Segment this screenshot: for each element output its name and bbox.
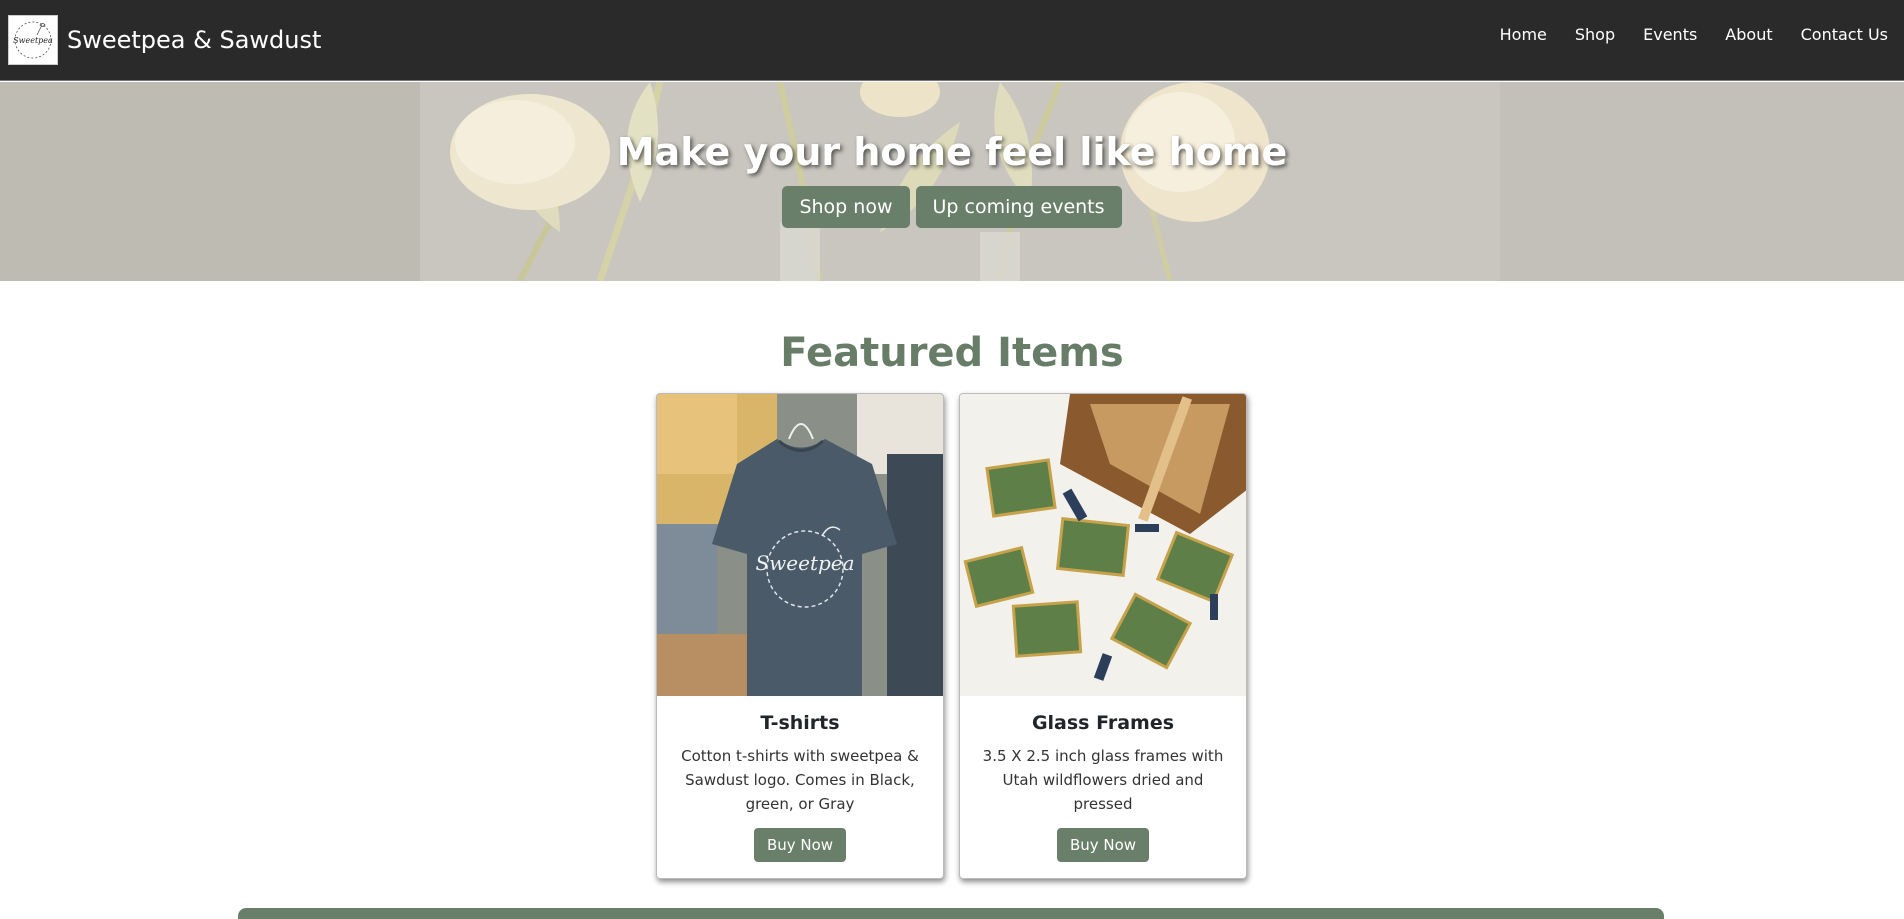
product-card-tshirts: Sweetpea T-shirts Cotton t-shirts with s…	[656, 393, 944, 879]
nav-links: Home Shop Events About Contact Us	[1500, 25, 1896, 44]
card-description: Cotton t-shirts with sweetpea & Sawdust …	[681, 747, 919, 813]
nav-events-link[interactable]: Events	[1643, 25, 1697, 44]
nav-about-link[interactable]: About	[1725, 25, 1772, 44]
nav-home-link[interactable]: Home	[1500, 25, 1547, 44]
upcoming-events-button[interactable]: Up coming events	[915, 186, 1122, 228]
brand-logo[interactable]: Sweetpea	[8, 15, 58, 65]
card-description: 3.5 X 2.5 inch glass frames with Utah wi…	[982, 747, 1224, 813]
featured-items-heading: Featured Items	[780, 330, 1124, 376]
logo-icon: Sweetpea	[13, 21, 53, 59]
navbar: Sweetpea Sweetpea & Sawdust Home Shop Ev…	[0, 0, 1904, 81]
hero-banner: Make your home feel like home Shop now U…	[0, 82, 1904, 281]
tshirt-image: Sweetpea	[657, 394, 943, 696]
nav-shop-link[interactable]: Shop	[1575, 25, 1615, 44]
footer-section-edge	[238, 908, 1664, 919]
svg-text:Sweetpea: Sweetpea	[13, 36, 53, 45]
card-title: T-shirts	[760, 712, 840, 734]
product-card-glass-frames: Glass Frames 3.5 X 2.5 inch glass frames…	[959, 393, 1247, 879]
card-body: T-shirts Cotton t-shirts with sweetpea &…	[657, 696, 943, 878]
featured-cards: Sweetpea T-shirts Cotton t-shirts with s…	[656, 393, 1247, 879]
nav-contact-link[interactable]: Contact Us	[1801, 25, 1888, 44]
card-body: Glass Frames 3.5 X 2.5 inch glass frames…	[960, 696, 1246, 878]
hero-title: Make your home feel like home	[616, 130, 1288, 174]
buy-now-button[interactable]: Buy Now	[1056, 828, 1150, 862]
brand[interactable]: Sweetpea Sweetpea & Sawdust	[8, 15, 321, 65]
hero-buttons: Shop now Up coming events	[0, 186, 1904, 228]
shop-now-button[interactable]: Shop now	[782, 186, 910, 228]
svg-text:Sweetpea: Sweetpea	[755, 551, 854, 575]
glass-frames-image	[960, 394, 1246, 696]
hero-background-image	[0, 82, 1904, 281]
buy-now-button[interactable]: Buy Now	[753, 828, 847, 862]
card-title: Glass Frames	[1031, 712, 1175, 734]
brand-name[interactable]: Sweetpea & Sawdust	[67, 26, 321, 54]
